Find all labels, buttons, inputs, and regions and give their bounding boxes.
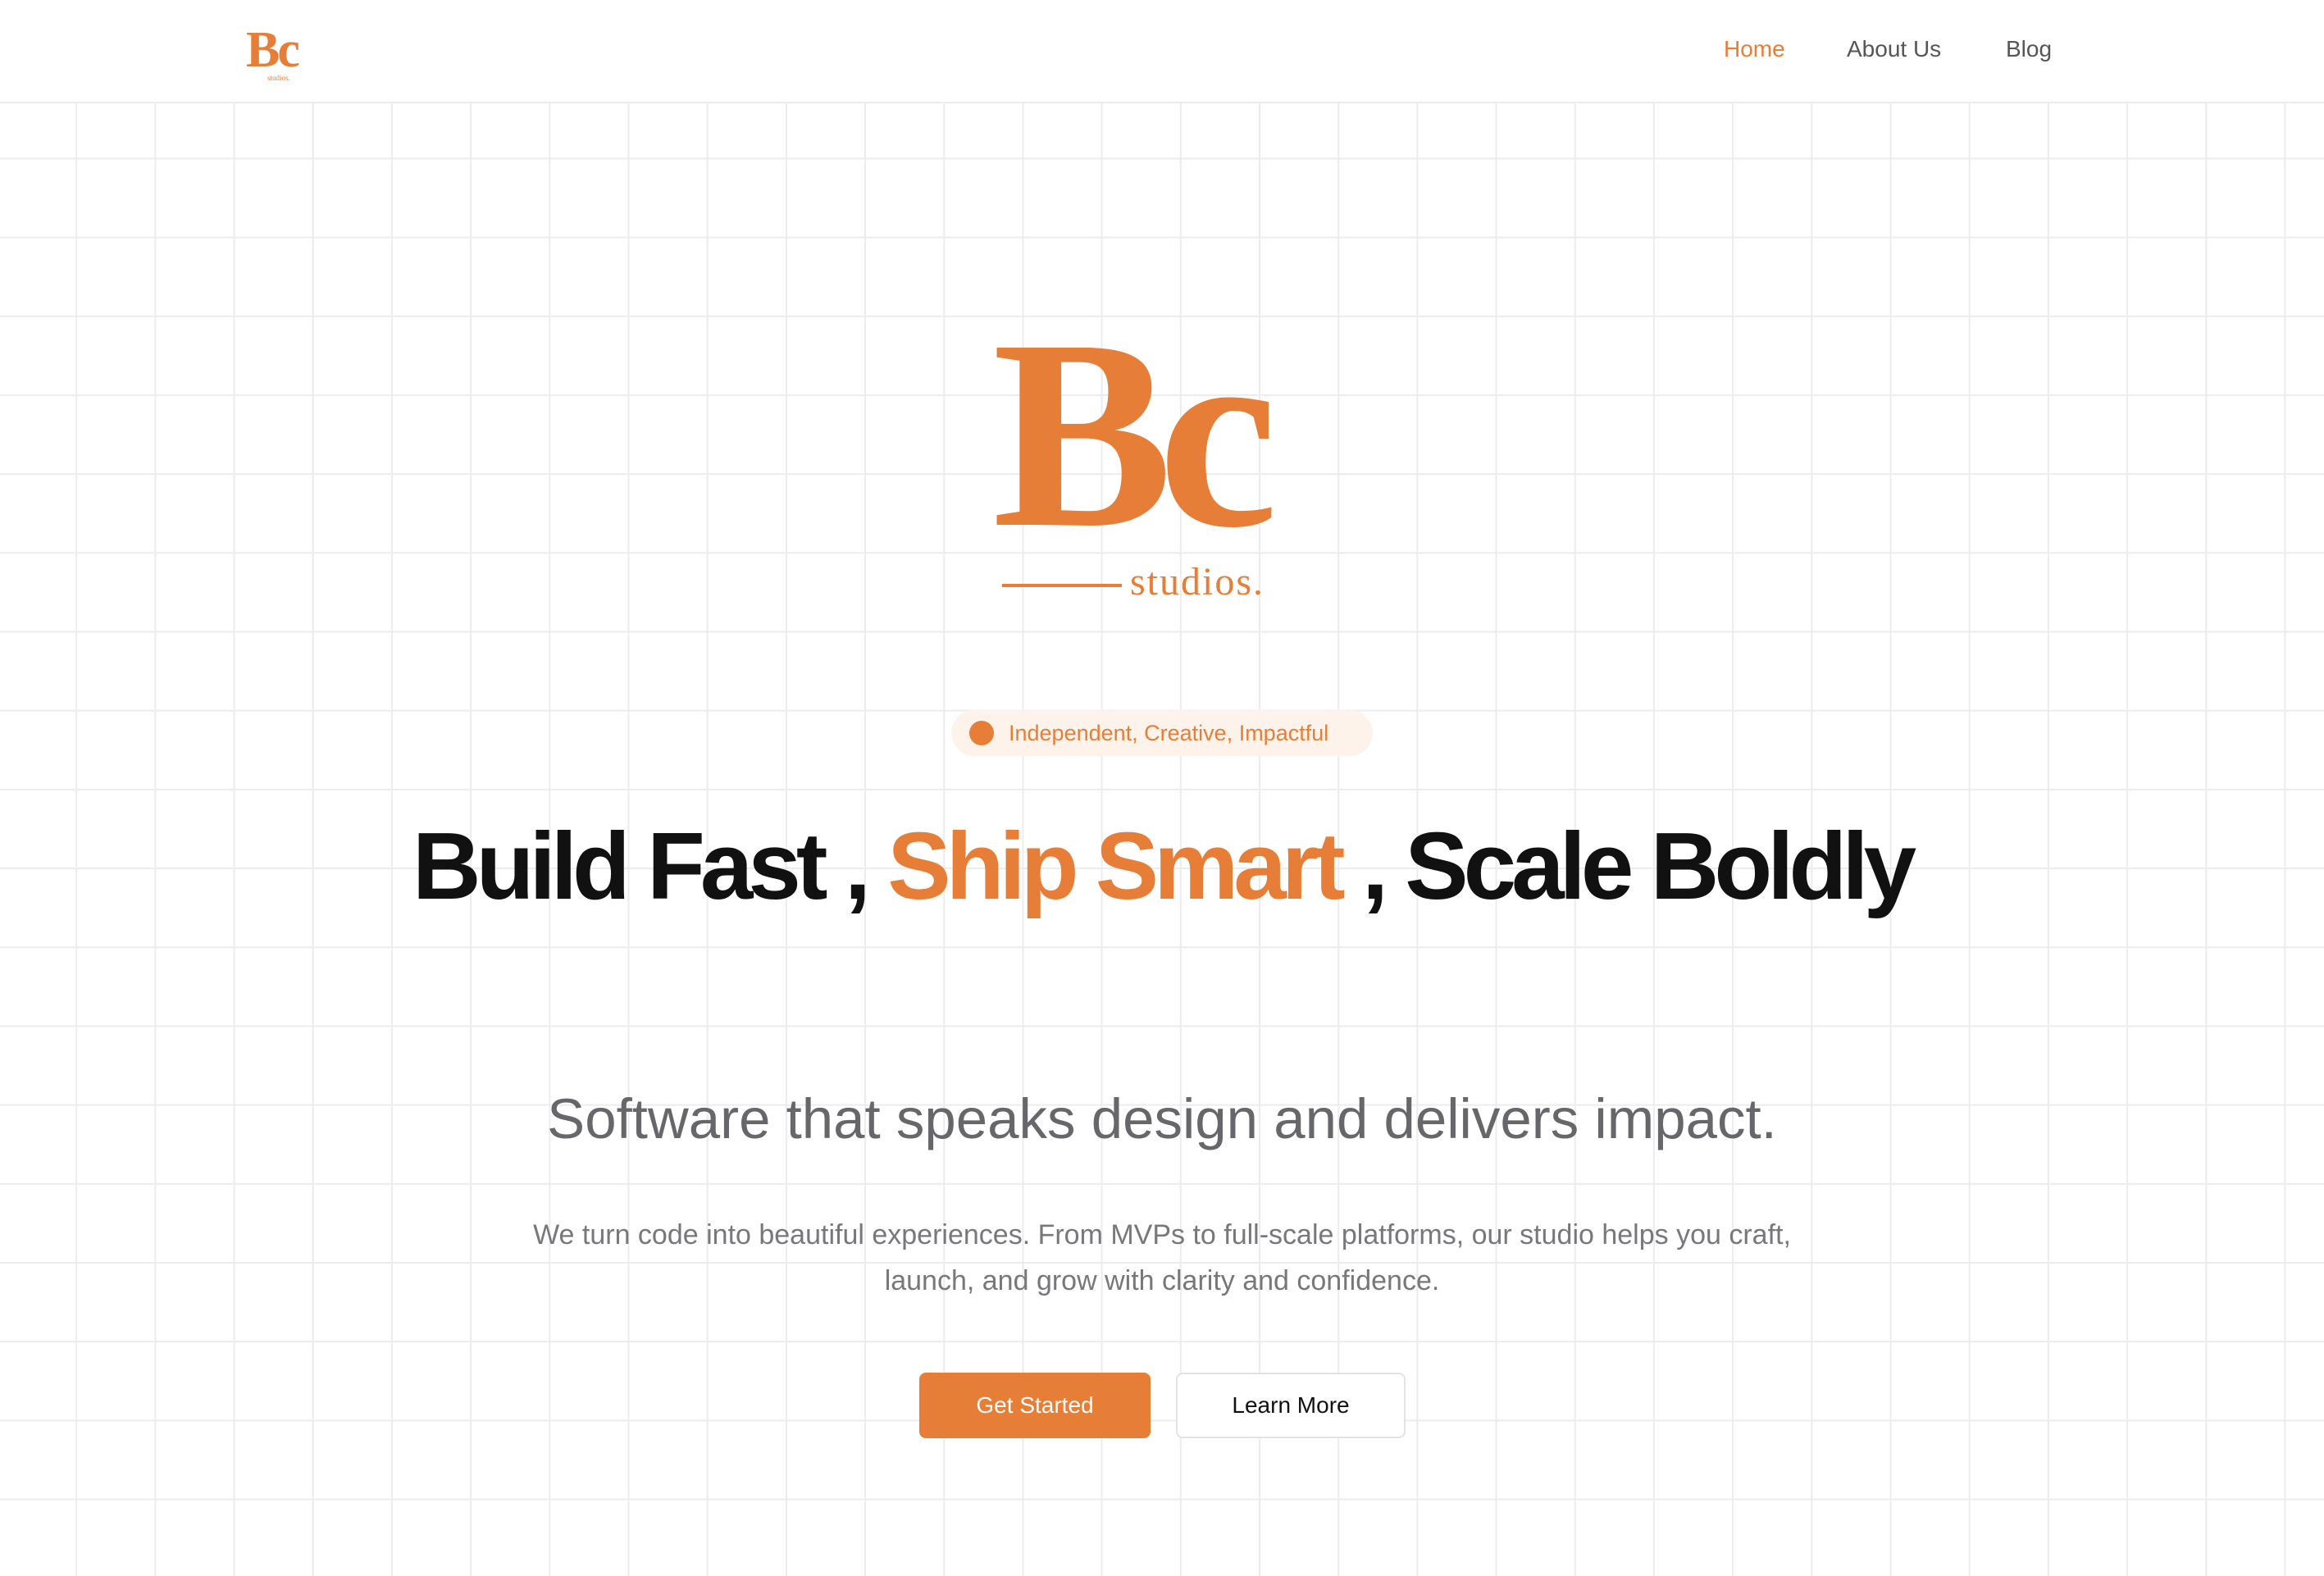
nav-item-home[interactable]: Home — [1724, 33, 1785, 66]
hero-logo-rule — [1002, 584, 1122, 587]
headline-part-ship-smart: Ship Smart — [887, 813, 1345, 919]
get-started-button[interactable]: Get Started — [919, 1373, 1151, 1438]
tagline-badge: Independent, Creative, Impactful — [951, 710, 1373, 756]
learn-more-button[interactable]: Learn More — [1176, 1373, 1406, 1438]
grid-background — [0, 0, 2324, 1576]
hero-headline: Build Fast , Ship Smart , Scale Boldly — [342, 815, 1982, 917]
site-header: Bc studios. Home About Us Blog — [0, 0, 2324, 103]
headline-part-build-fast: Build Fast — [412, 813, 828, 919]
nav-item-blog[interactable]: Blog — [2006, 33, 2052, 66]
dot-icon — [969, 721, 994, 745]
hero-logo-mark: Bc — [992, 285, 1278, 584]
header-logo-mark: Bc — [246, 22, 300, 78]
headline-separator: , — [823, 813, 888, 919]
header-logo-sub: studios. — [267, 74, 290, 82]
hero-logo-sub: studios. — [1130, 560, 1265, 604]
headline-separator: , — [1340, 813, 1406, 919]
hero-description: We turn code into beautiful experiences.… — [533, 1219, 1791, 1296]
hero-subheadline: Software that speaks design and delivers… — [547, 1087, 1777, 1150]
header-logo[interactable]: Bc studios. — [246, 22, 303, 84]
nav-item-about-us[interactable]: About Us — [1847, 33, 1941, 66]
tagline-text: Independent, Creative, Impactful — [1009, 721, 1329, 745]
hero-logo: Bc studios. — [992, 285, 1304, 607]
headline-part-scale-boldly: Scale Boldly — [1405, 813, 1916, 919]
